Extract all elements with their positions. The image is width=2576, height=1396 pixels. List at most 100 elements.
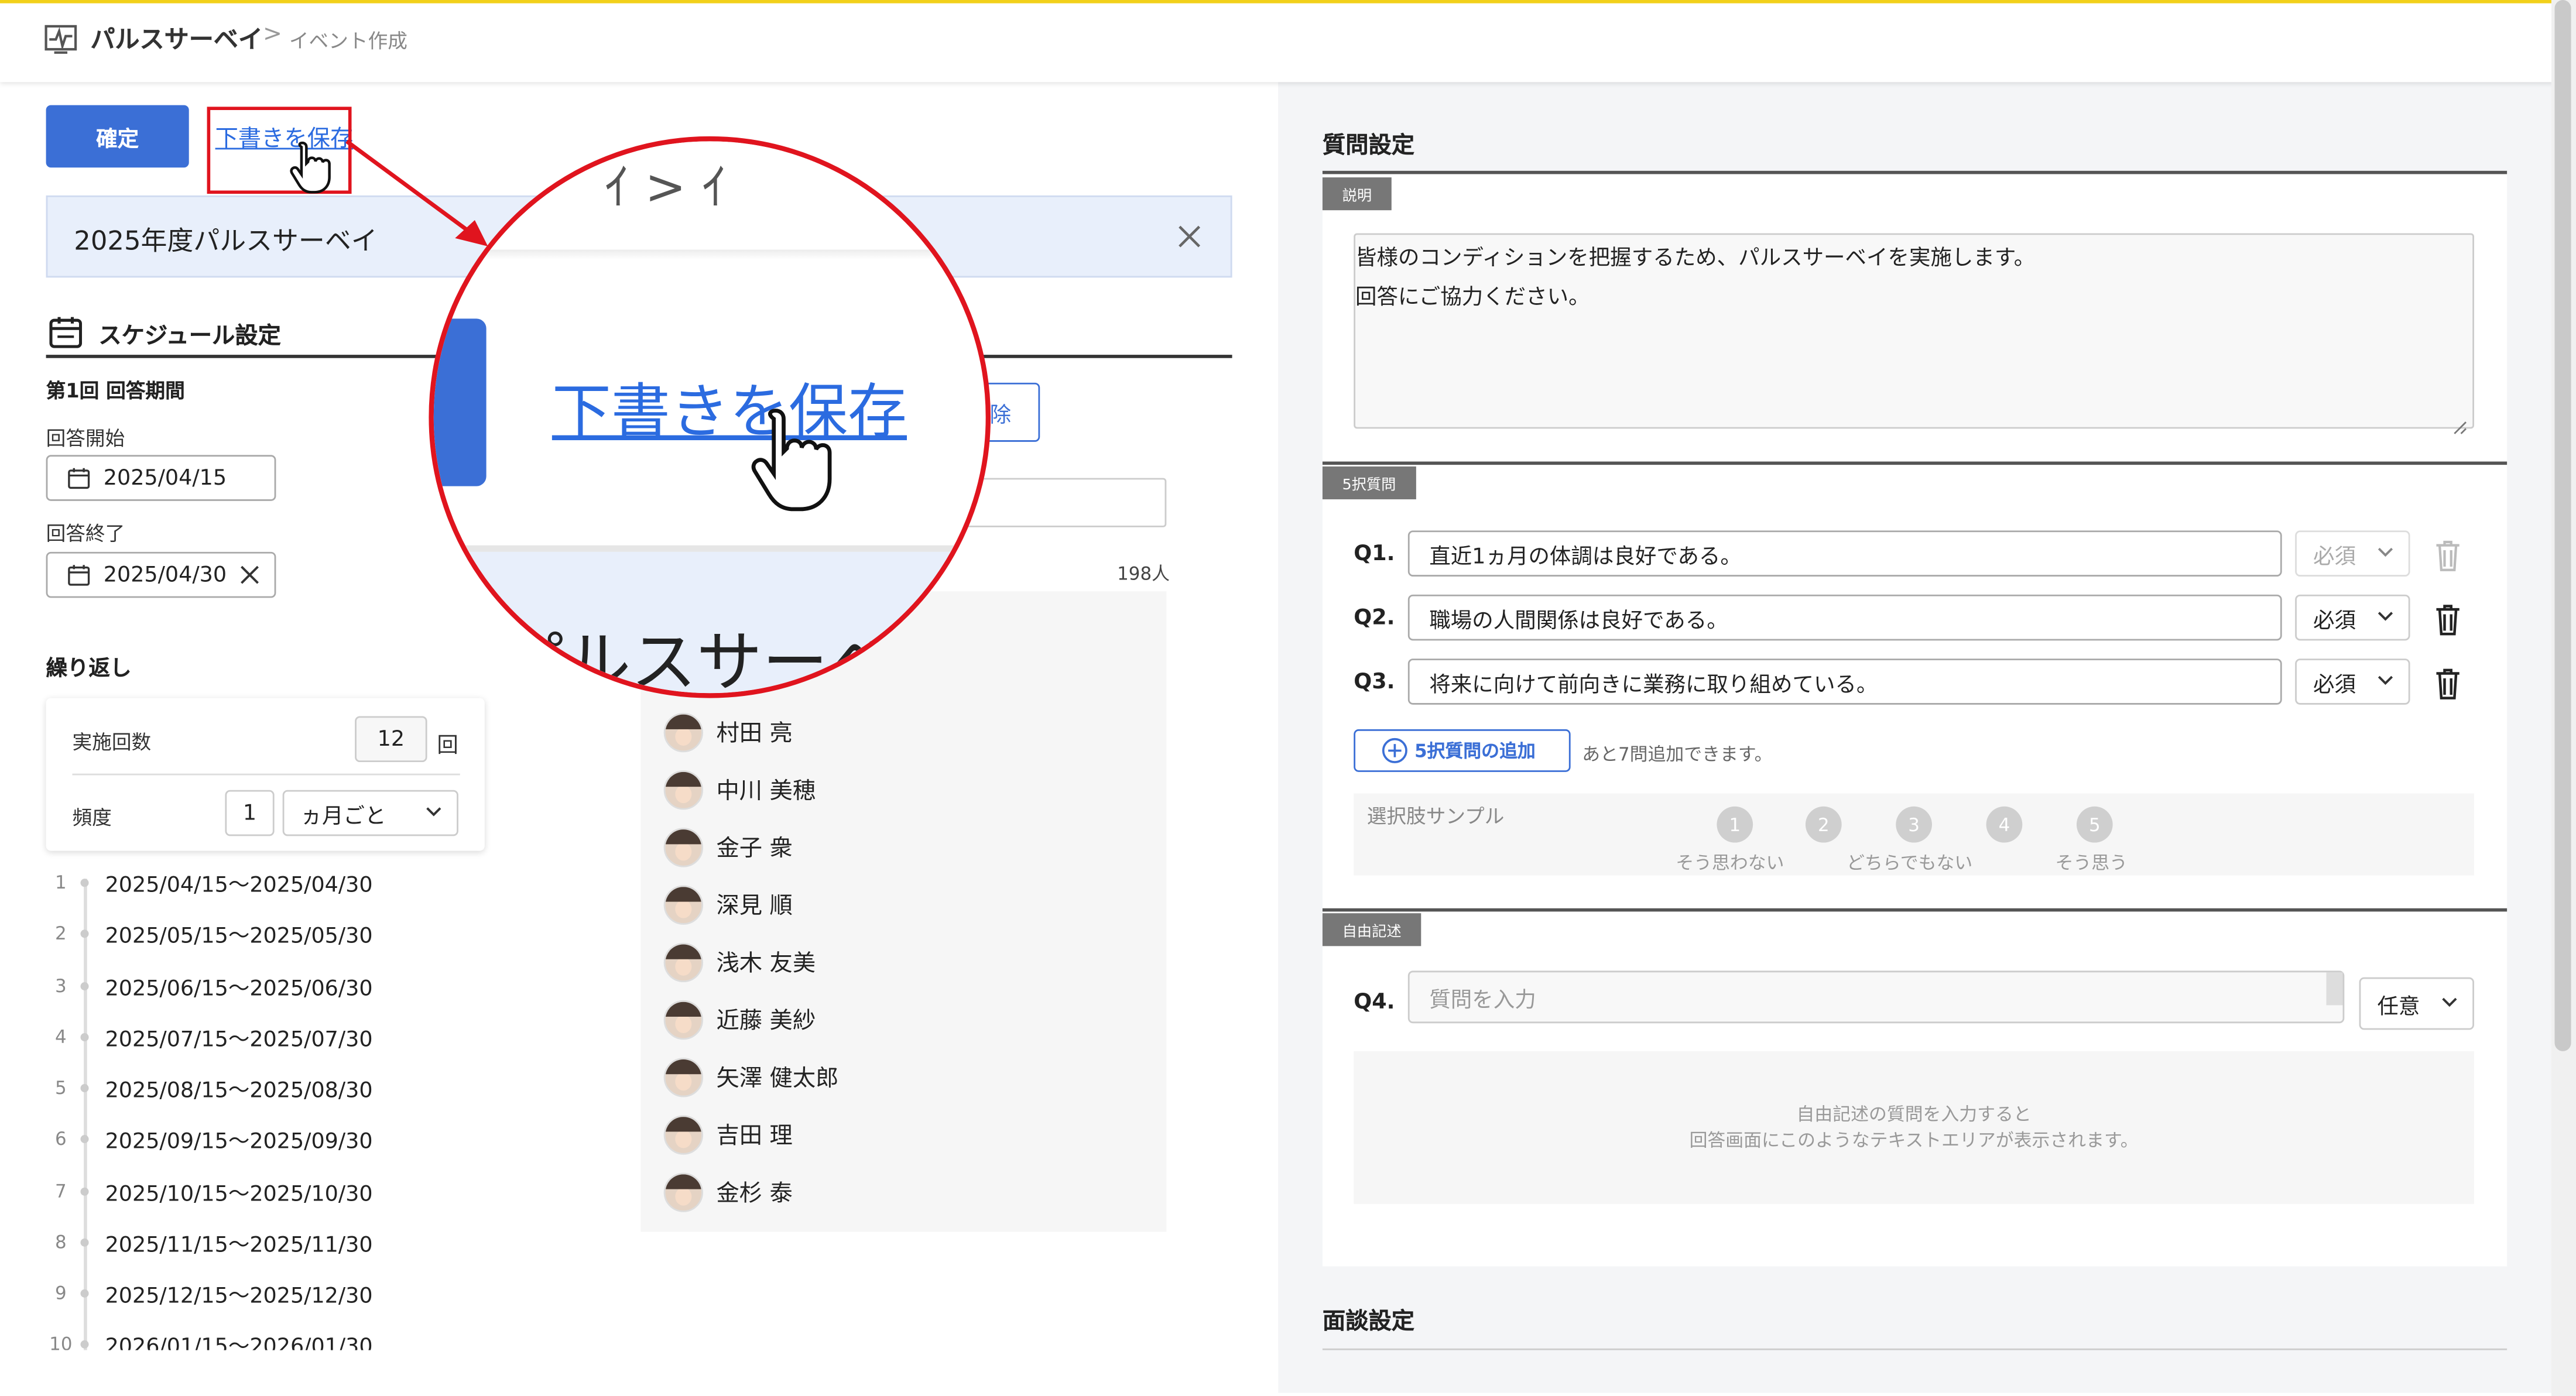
list-item: 1 2025/04/15～2025/04/30 (55, 871, 373, 898)
zoom-header-shadow (433, 249, 986, 260)
list-item[interactable]: 金子 衆 (663, 825, 793, 871)
zoom-hand-cursor-icon (742, 401, 841, 519)
list-item[interactable]: 矢澤 健太郎 (663, 1055, 838, 1101)
repeat-heading: 繰り返し (46, 657, 132, 682)
interview-divider (1322, 1348, 2508, 1350)
count-unit: 回 (437, 734, 458, 759)
close-icon[interactable] (1176, 224, 1203, 250)
five-choice-divider (1322, 461, 2508, 464)
list-item[interactable]: 浅木 友美 (663, 939, 816, 986)
trash-icon[interactable] (2431, 601, 2464, 637)
q1-required-select[interactable]: 必須 (2295, 530, 2410, 577)
q3-input[interactable]: 将来に向けて前向きに業務に取り組めている。 (1407, 658, 2282, 705)
list-item: 5 2025/08/15～2025/08/30 (55, 1076, 373, 1103)
list-item[interactable]: 近藤 美紗 (663, 997, 816, 1043)
five-choice-tag: 5択質問 (1322, 466, 1416, 500)
avatar (663, 828, 704, 867)
list-item[interactable]: 村田 亮 (663, 709, 793, 756)
trash-icon[interactable] (2431, 537, 2464, 574)
chevron-down-icon (2376, 670, 2396, 695)
q4-scrollbar[interactable] (2326, 972, 2343, 1006)
avatar (663, 770, 704, 810)
scale-label-high: そう思う (2055, 852, 2128, 874)
avatar (663, 885, 704, 925)
scale-3: 3 (1896, 806, 1932, 843)
app-name[interactable]: パルスサーベイ (90, 21, 263, 56)
participant-count: 198人 (1117, 563, 1170, 585)
list-item: 8 2025/11/15～2025/11/30 (55, 1231, 373, 1258)
calendar-small-icon (67, 467, 90, 489)
zoom-divider (433, 545, 986, 552)
freq-unit-value: ヵ月ごと (300, 804, 386, 829)
avatar (663, 1058, 704, 1097)
resize-handle-icon[interactable] (2453, 411, 2468, 434)
chevron-down-icon (2440, 992, 2459, 1017)
count-input[interactable]: 12 (355, 716, 427, 763)
count-label: 実施回数 (72, 730, 152, 754)
calendar-small-icon (67, 563, 90, 586)
q2-input[interactable]: 職場の人間関係は良好である。 (1407, 594, 2282, 641)
avatar (663, 1172, 704, 1212)
repeat-divider (72, 773, 460, 776)
confirm-button[interactable]: 確定 (46, 105, 189, 168)
start-date-field[interactable]: 2025/04/15 (46, 455, 276, 501)
scrollbar-thumb[interactable] (2554, 0, 2571, 1051)
q3-text: 将来に向けて前向きに業務に取り組めている。 (1429, 673, 1878, 698)
freq-input[interactable]: 1 (225, 790, 275, 836)
list-item[interactable]: 中川 美穂 (663, 767, 816, 813)
start-label: 回答開始 (46, 427, 125, 450)
trash-icon[interactable] (2431, 665, 2464, 701)
q1-text: 直近1ヵ月の体調は良好である。 (1429, 544, 1742, 570)
list-item[interactable]: 吉田 理 (663, 1112, 793, 1158)
avatar (663, 942, 704, 983)
free-hint-line-1: 自由記述の質問を入力すると (1796, 1103, 2032, 1126)
event-title-value: 2025年度パルスサーベイ (74, 225, 378, 256)
list-item: 6 2025/09/15～2025/09/30 (55, 1127, 373, 1154)
zoom-title-fragment: パルスサーベ (499, 626, 894, 698)
free-hint-line-2: 回答画面にこのようなテキストエリアが表示されます。 (1689, 1130, 2139, 1152)
scale-1: 1 (1717, 806, 1753, 843)
period-heading: 第1回 回答期間 (46, 379, 185, 403)
q1-input[interactable]: 直近1ヵ月の体調は良好である。 (1407, 530, 2282, 577)
add-question-button[interactable]: 5択質問の追加 (1354, 729, 1571, 772)
scale-label-low: そう思わない (1676, 852, 1784, 874)
q4-required-value: 任意 (2377, 994, 2420, 1020)
q4-required-select[interactable]: 任意 (2359, 977, 2475, 1030)
avatar (663, 1000, 704, 1040)
free-text-tag: 自由記述 (1322, 913, 1421, 946)
add-question-label: 5択質問の追加 (1414, 740, 1536, 763)
q4-input[interactable]: 質問を入力 (1407, 970, 2345, 1024)
avatar (663, 1115, 704, 1155)
hand-cursor-icon (286, 138, 335, 197)
q1-required-value: 必須 (2313, 544, 2356, 570)
list-item[interactable]: 金杉 泰 (663, 1169, 793, 1216)
schedule-heading: スケジュール設定 (98, 323, 281, 350)
breadcrumb-current: イベント作成 (289, 29, 407, 53)
q4-placeholder: 質問を入力 (1429, 987, 1536, 1013)
scale-2: 2 (1805, 806, 1842, 843)
freq-unit-select[interactable]: ヵ月ごと (282, 790, 458, 836)
q2-required-value: 必須 (2313, 608, 2356, 633)
q2-required-select[interactable]: 必須 (2295, 594, 2410, 641)
description-line-1: 皆様のコンディションを把握するため、パルスサーベイを実施します。 (1355, 246, 2036, 272)
list-item: 3 2025/06/15～2025/06/30 (55, 975, 373, 1001)
start-date-value: 2025/04/15 (103, 465, 227, 491)
list-fade (0, 1350, 1279, 1393)
questions-heading: 質問設定 (1322, 133, 1415, 160)
plus-circle-icon (1382, 738, 1408, 764)
list-item[interactable]: 深見 順 (663, 882, 793, 928)
zoom-magnifier: ｲ > ｲ 下書きを保存 パルスサーベ (429, 136, 991, 698)
freq-label: 頻度 (72, 806, 112, 830)
interview-heading: 面談設定 (1322, 1309, 1415, 1336)
q3-required-select[interactable]: 必須 (2295, 658, 2410, 705)
q2-text: 職場の人間関係は良好である。 (1429, 608, 1728, 633)
pulse-app-icon (43, 20, 79, 56)
avatar (663, 712, 704, 753)
clear-date-icon[interactable] (240, 565, 260, 585)
q2-label: Q2. (1354, 606, 1395, 631)
end-date-value: 2025/04/30 (103, 562, 227, 588)
q3-label: Q3. (1354, 670, 1395, 695)
end-date-field[interactable]: 2025/04/30 (46, 551, 276, 598)
zoom-breadcrumb-fragment: ｲ > ｲ (604, 159, 727, 217)
zoom-save-draft-text: 下書きを保存 (551, 379, 907, 447)
